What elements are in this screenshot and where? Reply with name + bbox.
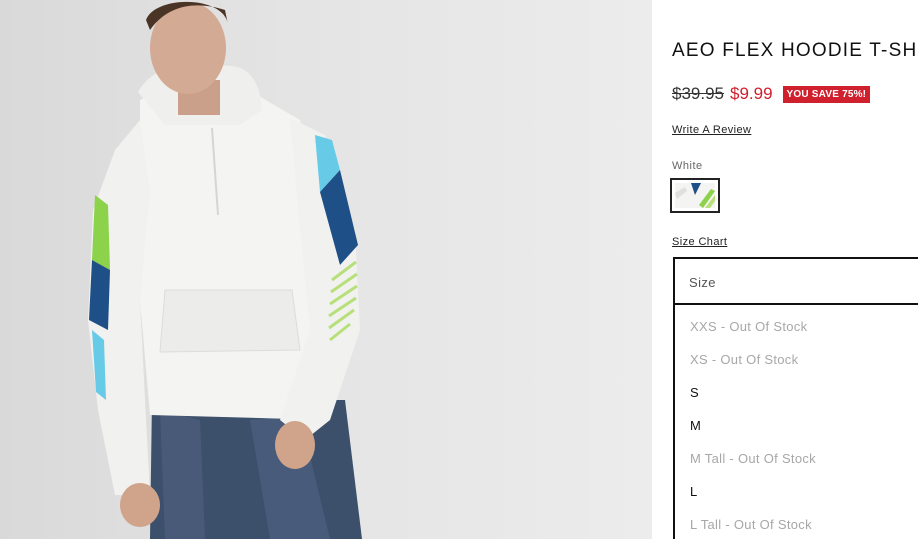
size-options-list: XXS - Out Of Stock XS - Out Of Stock S M… — [673, 305, 918, 539]
size-option-l-tall[interactable]: L Tall - Out Of Stock — [690, 517, 812, 532]
selected-color-label: White — [672, 160, 703, 172]
size-chart-link[interactable]: Size Chart — [672, 236, 727, 248]
write-review-link[interactable]: Write A Review — [672, 124, 751, 136]
size-option-m[interactable]: M — [690, 418, 701, 433]
hoodie-swatch-icon — [675, 183, 715, 208]
price-row: $39.95 $9.99 YOU SAVE 75%! — [672, 84, 871, 104]
product-title: AEO FLEX HOODIE T-SHIRT — [672, 40, 918, 61]
size-option-xs[interactable]: XS - Out Of Stock — [690, 352, 798, 367]
product-details-panel: AEO FLEX HOODIE T-SHIRT $39.95 $9.99 YOU… — [652, 0, 918, 539]
model-wearing-hoodie-image — [88, 1, 362, 539]
size-option-l[interactable]: L — [690, 484, 698, 499]
size-select-placeholder: Size — [689, 275, 716, 290]
sale-price: $9.99 — [730, 84, 773, 103]
original-price: $39.95 — [672, 84, 724, 103]
size-option-m-tall[interactable]: M Tall - Out Of Stock — [690, 451, 816, 466]
size-select[interactable]: Size — [673, 257, 918, 305]
size-option-xxs[interactable]: XXS - Out Of Stock — [690, 319, 807, 334]
color-swatch-white[interactable] — [670, 178, 720, 213]
savings-badge: YOU SAVE 75%! — [782, 85, 871, 103]
size-option-s[interactable]: S — [690, 385, 699, 400]
product-photo — [0, 0, 652, 539]
